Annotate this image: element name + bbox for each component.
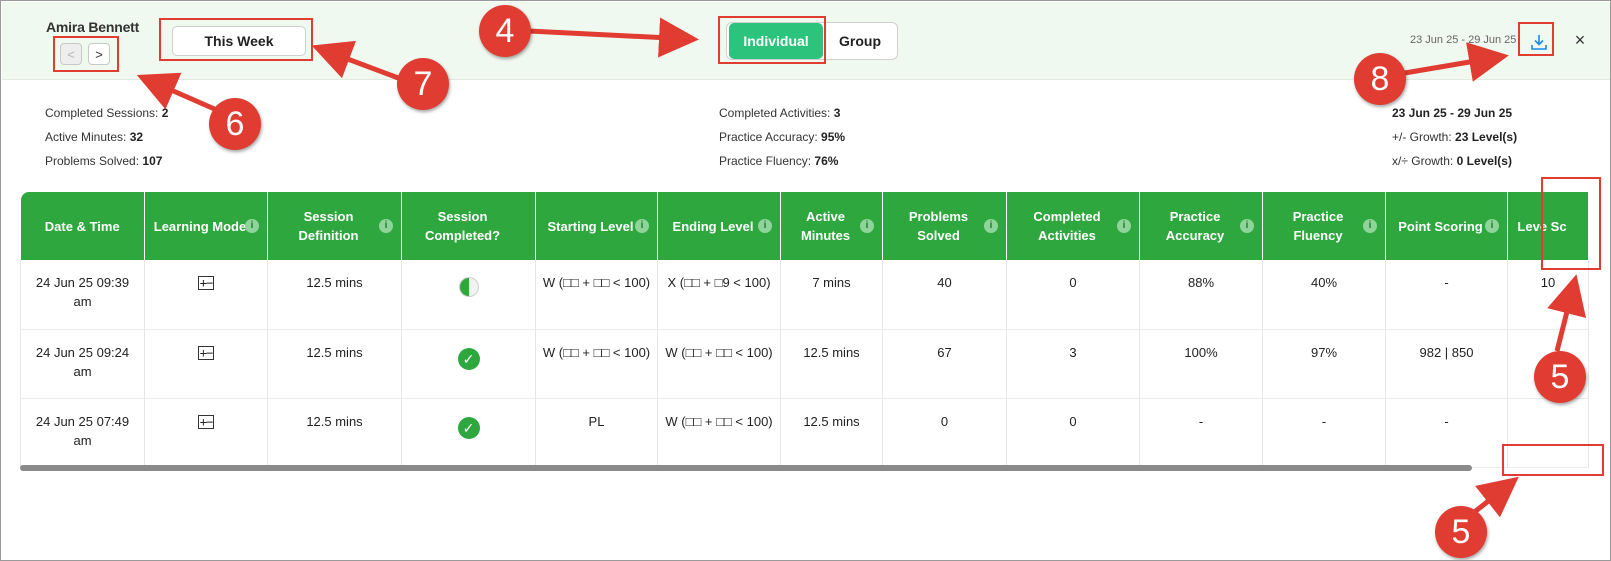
report-panel: Amira Bennett < > This Week Individual G… <box>0 0 1611 561</box>
annotation-badge-4: 4 <box>479 5 531 57</box>
annotation-badge-5-bottom: 5 <box>1435 506 1487 558</box>
annotation-badge-7: 7 <box>397 58 449 110</box>
annotation-badge-6: 6 <box>209 98 261 150</box>
annotation-badge-8: 8 <box>1354 53 1406 105</box>
annotation-badge-5-top: 5 <box>1534 351 1586 403</box>
